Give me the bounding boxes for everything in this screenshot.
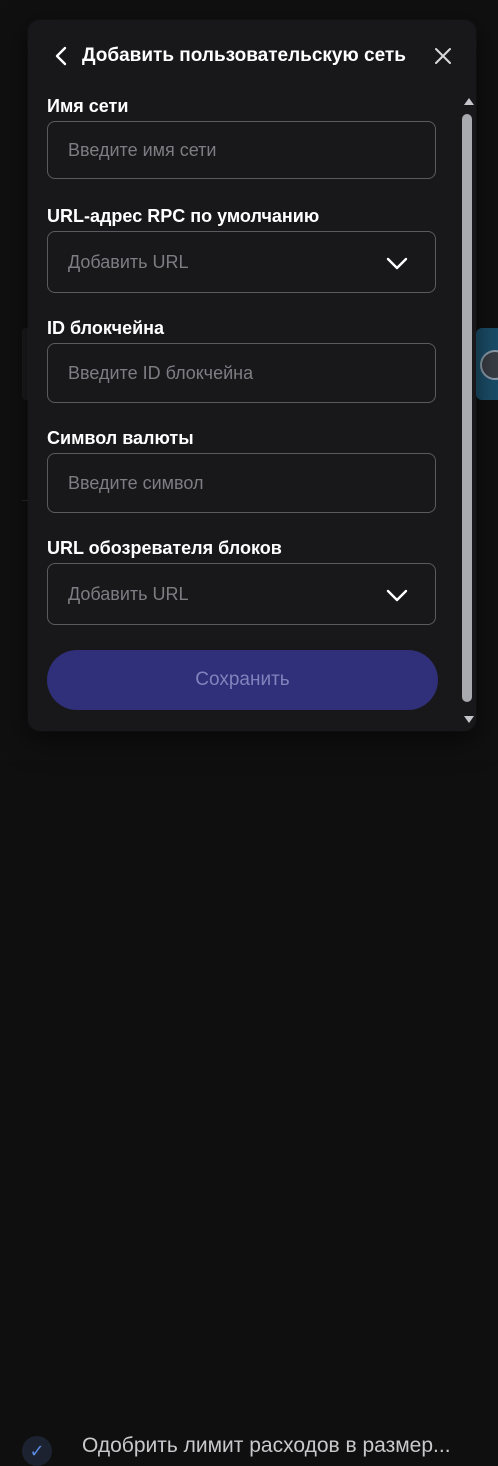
rpc-url-dropdown[interactable]: Добавить URL: [47, 231, 436, 293]
close-icon: [435, 48, 451, 64]
chevron-down-icon: [386, 589, 408, 602]
checkmark-icon: ✓: [22, 1436, 52, 1466]
rpc-url-label: URL-адрес RPC по умолчанию: [47, 206, 320, 226]
rpc-url-placeholder: Добавить URL: [68, 252, 189, 272]
chain-id-placeholder: Введите ID блокчейна: [68, 363, 254, 383]
block-explorer-url-dropdown[interactable]: Добавить URL: [47, 563, 436, 625]
save-button[interactable]: Сохранить: [47, 650, 438, 710]
network-name-placeholder: Введите имя сети: [68, 140, 217, 160]
scroll-down-arrow-icon[interactable]: [464, 716, 474, 723]
chevron-left-icon: [55, 46, 67, 66]
block-explorer-url-label: URL обозревателя блоков: [47, 538, 282, 558]
scroll-up-arrow-icon[interactable]: [464, 98, 474, 105]
network-name-label: Имя сети: [47, 96, 129, 116]
back-button[interactable]: [50, 42, 74, 70]
currency-symbol-input[interactable]: Введите символ: [47, 453, 436, 513]
chevron-down-icon: [386, 257, 408, 270]
block-explorer-url-placeholder: Добавить URL: [68, 584, 189, 604]
scrollbar-thumb[interactable]: [462, 114, 472, 702]
modal-title: Добавить пользовательскую сеть: [82, 45, 406, 66]
chain-id-input[interactable]: Введите ID блокчейна: [47, 343, 436, 403]
currency-symbol-label: Символ валюты: [47, 428, 194, 448]
form-scroll-area[interactable]: Имя сети Введите имя сети URL-адрес RPC …: [28, 92, 476, 652]
modal-header: Добавить пользовательскую сеть: [28, 20, 476, 92]
currency-symbol-placeholder: Введите символ: [68, 473, 204, 493]
background-row-text: Одобрить лимит расходов в размер...: [82, 1434, 451, 1457]
token-icon: [480, 350, 498, 380]
close-button[interactable]: [430, 42, 456, 70]
chain-id-label: ID блокчейна: [47, 318, 165, 338]
network-name-input[interactable]: Введите имя сети: [47, 121, 436, 179]
background-token-thumbnail: [476, 328, 498, 400]
scrollbar[interactable]: [460, 94, 476, 730]
add-custom-network-modal: Добавить пользовательскую сеть Имя сети …: [28, 20, 476, 731]
